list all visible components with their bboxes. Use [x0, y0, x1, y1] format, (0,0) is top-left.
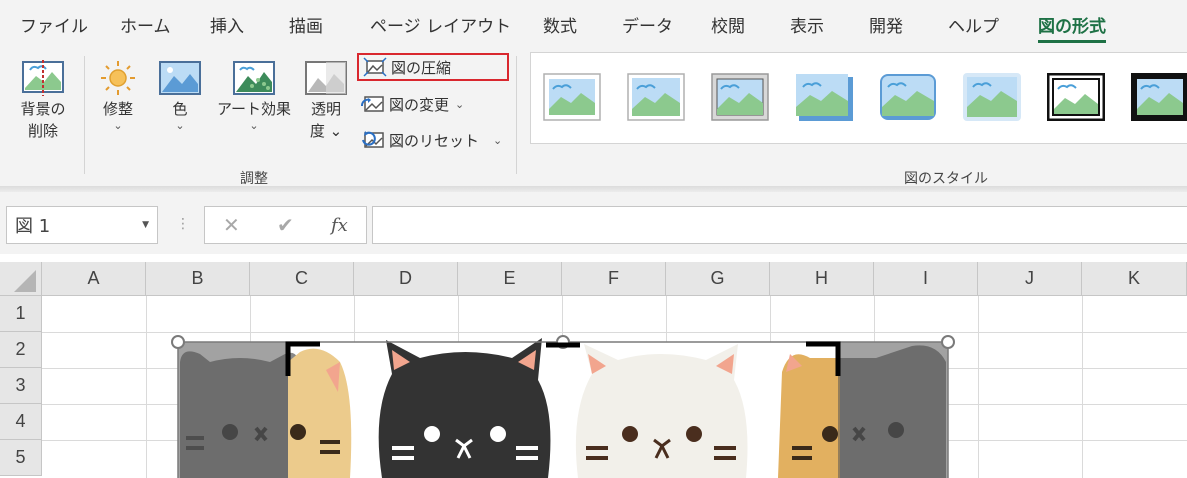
drag-handle-icon[interactable]: ⋮: [176, 216, 190, 232]
ribbon: 背景の 削除 修整 ⌄ 色 ⌄ アート効果 ⌄ 透明 度 ⌄ 図の圧縮 図の変更…: [0, 46, 1187, 189]
transparency-label-1: 透明: [310, 100, 341, 118]
picture-style-6[interactable]: [963, 73, 1021, 121]
tab-developer[interactable]: 開発: [869, 12, 903, 37]
picture-style-8[interactable]: [1131, 73, 1187, 121]
cancel-icon[interactable]: ✕: [223, 213, 240, 237]
picture-style-1[interactable]: [543, 73, 601, 121]
compress-label: 図の圧縮: [391, 58, 452, 77]
cat-picture[interactable]: [0, 262, 1187, 478]
tab-formulas[interactable]: 数式: [543, 12, 577, 37]
color-button[interactable]: 色 ⌄: [156, 58, 204, 132]
name-box-value: 図 1: [15, 216, 51, 237]
orange-cat: [288, 348, 352, 478]
chevron-down-icon: ⌄: [493, 133, 503, 147]
picture-style-3[interactable]: [711, 73, 769, 121]
chevron-down-icon: ⌄: [455, 97, 465, 111]
reset-picture-icon: [362, 131, 384, 148]
remove-background-icon: [22, 60, 64, 96]
tab-page-layout[interactable]: ページ レイアウト: [370, 12, 511, 37]
transparency-label-2: 度 ⌄: [309, 122, 343, 140]
artistic-effects-button[interactable]: アート効果 ⌄: [212, 58, 296, 132]
chevron-down-icon: ⌄: [113, 119, 123, 132]
compress-pictures-button[interactable]: 図の圧縮: [357, 53, 509, 81]
name-box[interactable]: 図 1 ▼: [6, 206, 158, 244]
remove-background-label-1: 背景の: [20, 100, 66, 118]
worksheet-grid: A B C D E F G H I J K 1 2 3 4 5: [0, 262, 1187, 478]
sun-icon: [101, 61, 135, 95]
artistic-effects-label: アート効果: [216, 100, 292, 118]
change-picture-label: 図の変更: [389, 95, 450, 114]
formula-input[interactable]: [372, 206, 1187, 244]
insert-function-icon[interactable]: fx: [331, 215, 348, 236]
ribbon-tab-bar: ファイル ホーム 挿入 描画 ページ レイアウト 数式 データ 校閲 表示 開発…: [0, 0, 1187, 46]
tab-picture-format[interactable]: 図の形式: [1038, 12, 1106, 43]
white-cat: [575, 344, 748, 478]
picture-styles-group-label: 図のスタイル: [904, 171, 988, 187]
picture-style-4[interactable]: [795, 73, 853, 121]
reset-picture-label: 図のリセット: [389, 131, 480, 150]
tab-help[interactable]: ヘルプ: [948, 12, 999, 37]
tab-data[interactable]: データ: [622, 12, 673, 37]
transparency-button[interactable]: 透明 度 ⌄: [300, 58, 352, 142]
color-label: 色: [172, 100, 188, 118]
tab-review[interactable]: 校閲: [711, 12, 745, 37]
chevron-down-icon: ⌄: [175, 119, 185, 132]
picture-style-5[interactable]: [879, 73, 936, 120]
remove-background-label-2: 削除: [27, 122, 58, 140]
ribbon-separator: [84, 56, 85, 174]
artistic-effects-icon: [233, 61, 275, 95]
caret-down-icon[interactable]: ▼: [142, 220, 149, 230]
picture-style-7[interactable]: [1046, 72, 1106, 122]
picture-styles-gallery: [530, 52, 1187, 144]
remove-background-button[interactable]: 背景の 削除: [10, 58, 76, 142]
reset-picture-button[interactable]: 図のリセット ⌄: [361, 126, 502, 154]
transparency-icon: [305, 61, 347, 95]
corrections-button[interactable]: 修整 ⌄: [92, 58, 144, 132]
tab-draw[interactable]: 描画: [289, 12, 323, 37]
adjust-group-label: 調整: [240, 171, 268, 187]
calico-cat: [778, 354, 840, 478]
formula-buttons: ✕ ✔ fx: [204, 206, 367, 244]
chevron-down-icon: ⌄: [249, 119, 259, 132]
tab-home[interactable]: ホーム: [120, 12, 171, 37]
tab-file[interactable]: ファイル: [20, 12, 88, 37]
ribbon-separator: [516, 56, 517, 174]
change-picture-icon: [361, 96, 384, 112]
black-cat: [378, 338, 551, 478]
picture-style-2[interactable]: [627, 73, 685, 121]
picture-color-icon: [159, 61, 201, 95]
formula-bar: 図 1 ▼ ⋮ ✕ ✔ fx: [0, 192, 1187, 254]
compress-icon: [363, 57, 387, 77]
tab-view[interactable]: 表示: [790, 12, 824, 37]
tab-insert[interactable]: 挿入: [210, 12, 244, 37]
corrections-label: 修整: [102, 100, 133, 118]
change-picture-button[interactable]: 図の変更 ⌄: [361, 90, 464, 118]
enter-icon[interactable]: ✔: [277, 213, 294, 237]
